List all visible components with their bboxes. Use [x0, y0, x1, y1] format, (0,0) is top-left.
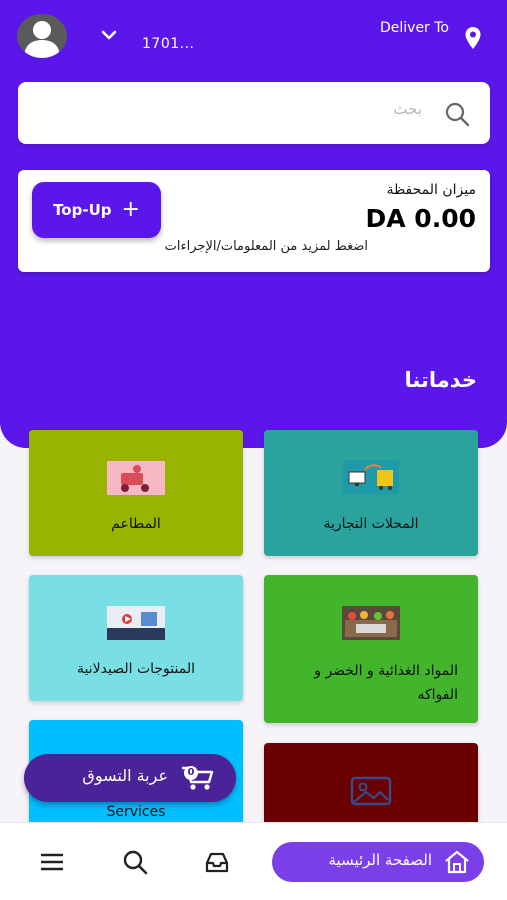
service-label: Services: [106, 804, 166, 820]
deliver-to-label[interactable]: Deliver To: [380, 20, 449, 36]
wallet-card[interactable]: ميزان المحفظة DA 0.00 اضغط لمزيد من المع…: [18, 170, 490, 272]
image-placeholder-icon: [350, 776, 392, 806]
topup-label: Top-Up: [53, 201, 112, 219]
service-card-groceries[interactable]: المواد الغذائية و الخضر و الفواكه: [264, 575, 478, 723]
pharmacy-thumbnail: [107, 606, 165, 640]
restaurants-thumbnail: [107, 461, 165, 495]
service-label: المحلات التجارية: [323, 516, 419, 532]
hamburger-menu-icon[interactable]: [39, 849, 65, 875]
service-card-restaurants[interactable]: المطاعم: [29, 430, 243, 556]
chevron-down-icon[interactable]: [100, 28, 118, 42]
nav-home-button[interactable]: الصفحة الرئيسية: [272, 842, 484, 882]
service-card-other[interactable]: [264, 743, 478, 822]
wallet-hint: اضغط لمزيد من المعلومات/الإجراءات: [164, 239, 368, 254]
inbox-icon[interactable]: [204, 849, 230, 875]
bottom-navigation: الصفحة الرئيسية: [0, 822, 507, 900]
search-icon[interactable]: [444, 101, 470, 127]
service-label: المواد الغذائية و الخضر و الفواكه: [314, 663, 458, 703]
groceries-thumbnail: [342, 606, 400, 640]
search-icon[interactable]: [122, 849, 148, 875]
home-label: الصفحة الرئيسية: [328, 851, 433, 869]
search-bar[interactable]: بحث: [18, 82, 490, 144]
service-card-pharmacy[interactable]: المنتوجات الصيدلانية: [29, 575, 243, 701]
wallet-title: ميزان المحفظة: [386, 182, 476, 198]
home-icon: [445, 850, 469, 874]
stores-thumbnail: [343, 460, 399, 494]
cart-label: عربة التسوق: [82, 766, 168, 785]
plus-icon: +: [121, 197, 140, 222]
topup-button[interactable]: Top-Up +: [32, 182, 161, 238]
location-pin-icon[interactable]: [464, 26, 482, 50]
delivery-address[interactable]: 1701...: [142, 36, 194, 52]
service-card-stores[interactable]: المحلات التجارية: [264, 430, 478, 556]
cart-count-badge: 0: [184, 766, 198, 780]
shopping-cart-button[interactable]: عربة التسوق 0: [24, 754, 236, 802]
wallet-balance: DA 0.00: [365, 204, 477, 233]
services-heading: خدماتنا: [404, 368, 478, 392]
user-avatar-icon[interactable]: [17, 14, 67, 58]
service-label: المطاعم: [111, 516, 161, 532]
search-input[interactable]: بحث: [393, 100, 422, 118]
service-label: المنتوجات الصيدلانية: [77, 661, 195, 677]
